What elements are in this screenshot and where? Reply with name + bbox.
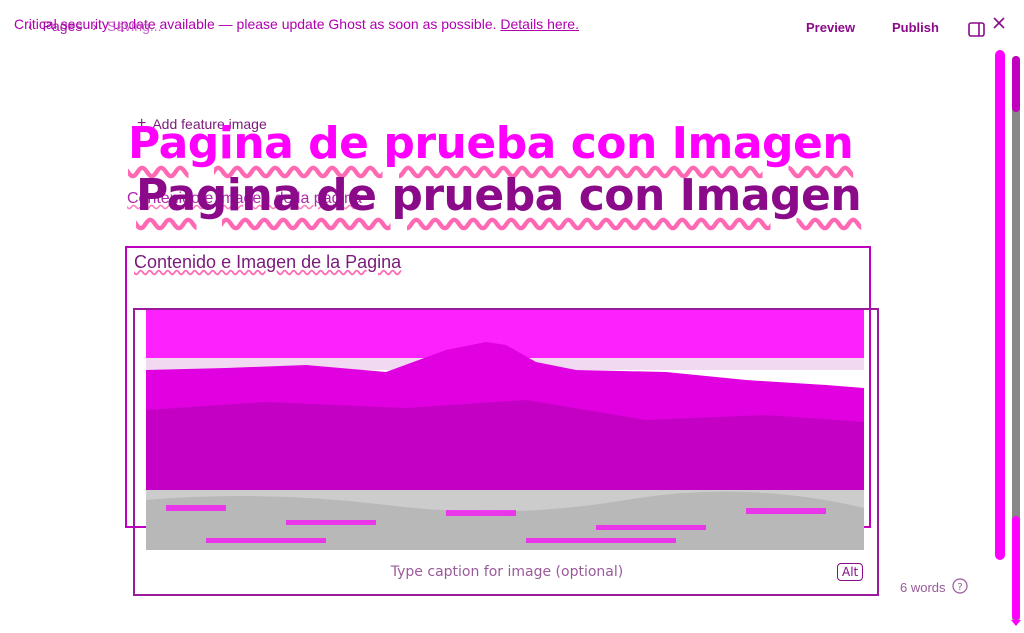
publish-button[interactable]: Publish — [892, 20, 939, 35]
body-paragraph[interactable]: Contenido e Imagen de la Pagina — [134, 252, 401, 273]
alt-text-button[interactable]: Alt — [837, 563, 864, 581]
back-arrow-icon[interactable]: ‹ — [28, 18, 33, 34]
content-image[interactable] — [146, 310, 864, 550]
title-ghost-overlay: Pagina de prueba con Imagen — [128, 118, 854, 169]
close-icon[interactable] — [992, 16, 1006, 33]
sidebar-toggle-icon[interactable] — [968, 22, 985, 40]
scroll-down-icon[interactable] — [1011, 620, 1021, 628]
page-title-input[interactable]: Pagina de prueba con Imagen — [136, 170, 862, 221]
help-icon[interactable]: ? — [951, 578, 968, 597]
banner-details-link[interactable]: Details here. — [500, 16, 579, 32]
editor-scrollbar[interactable] — [995, 50, 1005, 560]
save-status: Saving... — [107, 18, 162, 34]
page-scrollbar-thumb[interactable] — [1012, 56, 1020, 112]
word-count: 6 words ? — [900, 578, 968, 597]
breadcrumb-pages[interactable]: Pages — [43, 18, 83, 34]
svg-text:?: ? — [957, 582, 962, 593]
breadcrumb-separator: › — [92, 18, 98, 34]
page-scrollbar-lower[interactable] — [1012, 516, 1020, 620]
image-caption-input[interactable] — [146, 563, 868, 581]
preview-button[interactable]: Preview — [806, 20, 855, 35]
breadcrumb: ‹ Pages › Saving... — [28, 18, 162, 34]
word-count-label: 6 words — [900, 580, 946, 595]
